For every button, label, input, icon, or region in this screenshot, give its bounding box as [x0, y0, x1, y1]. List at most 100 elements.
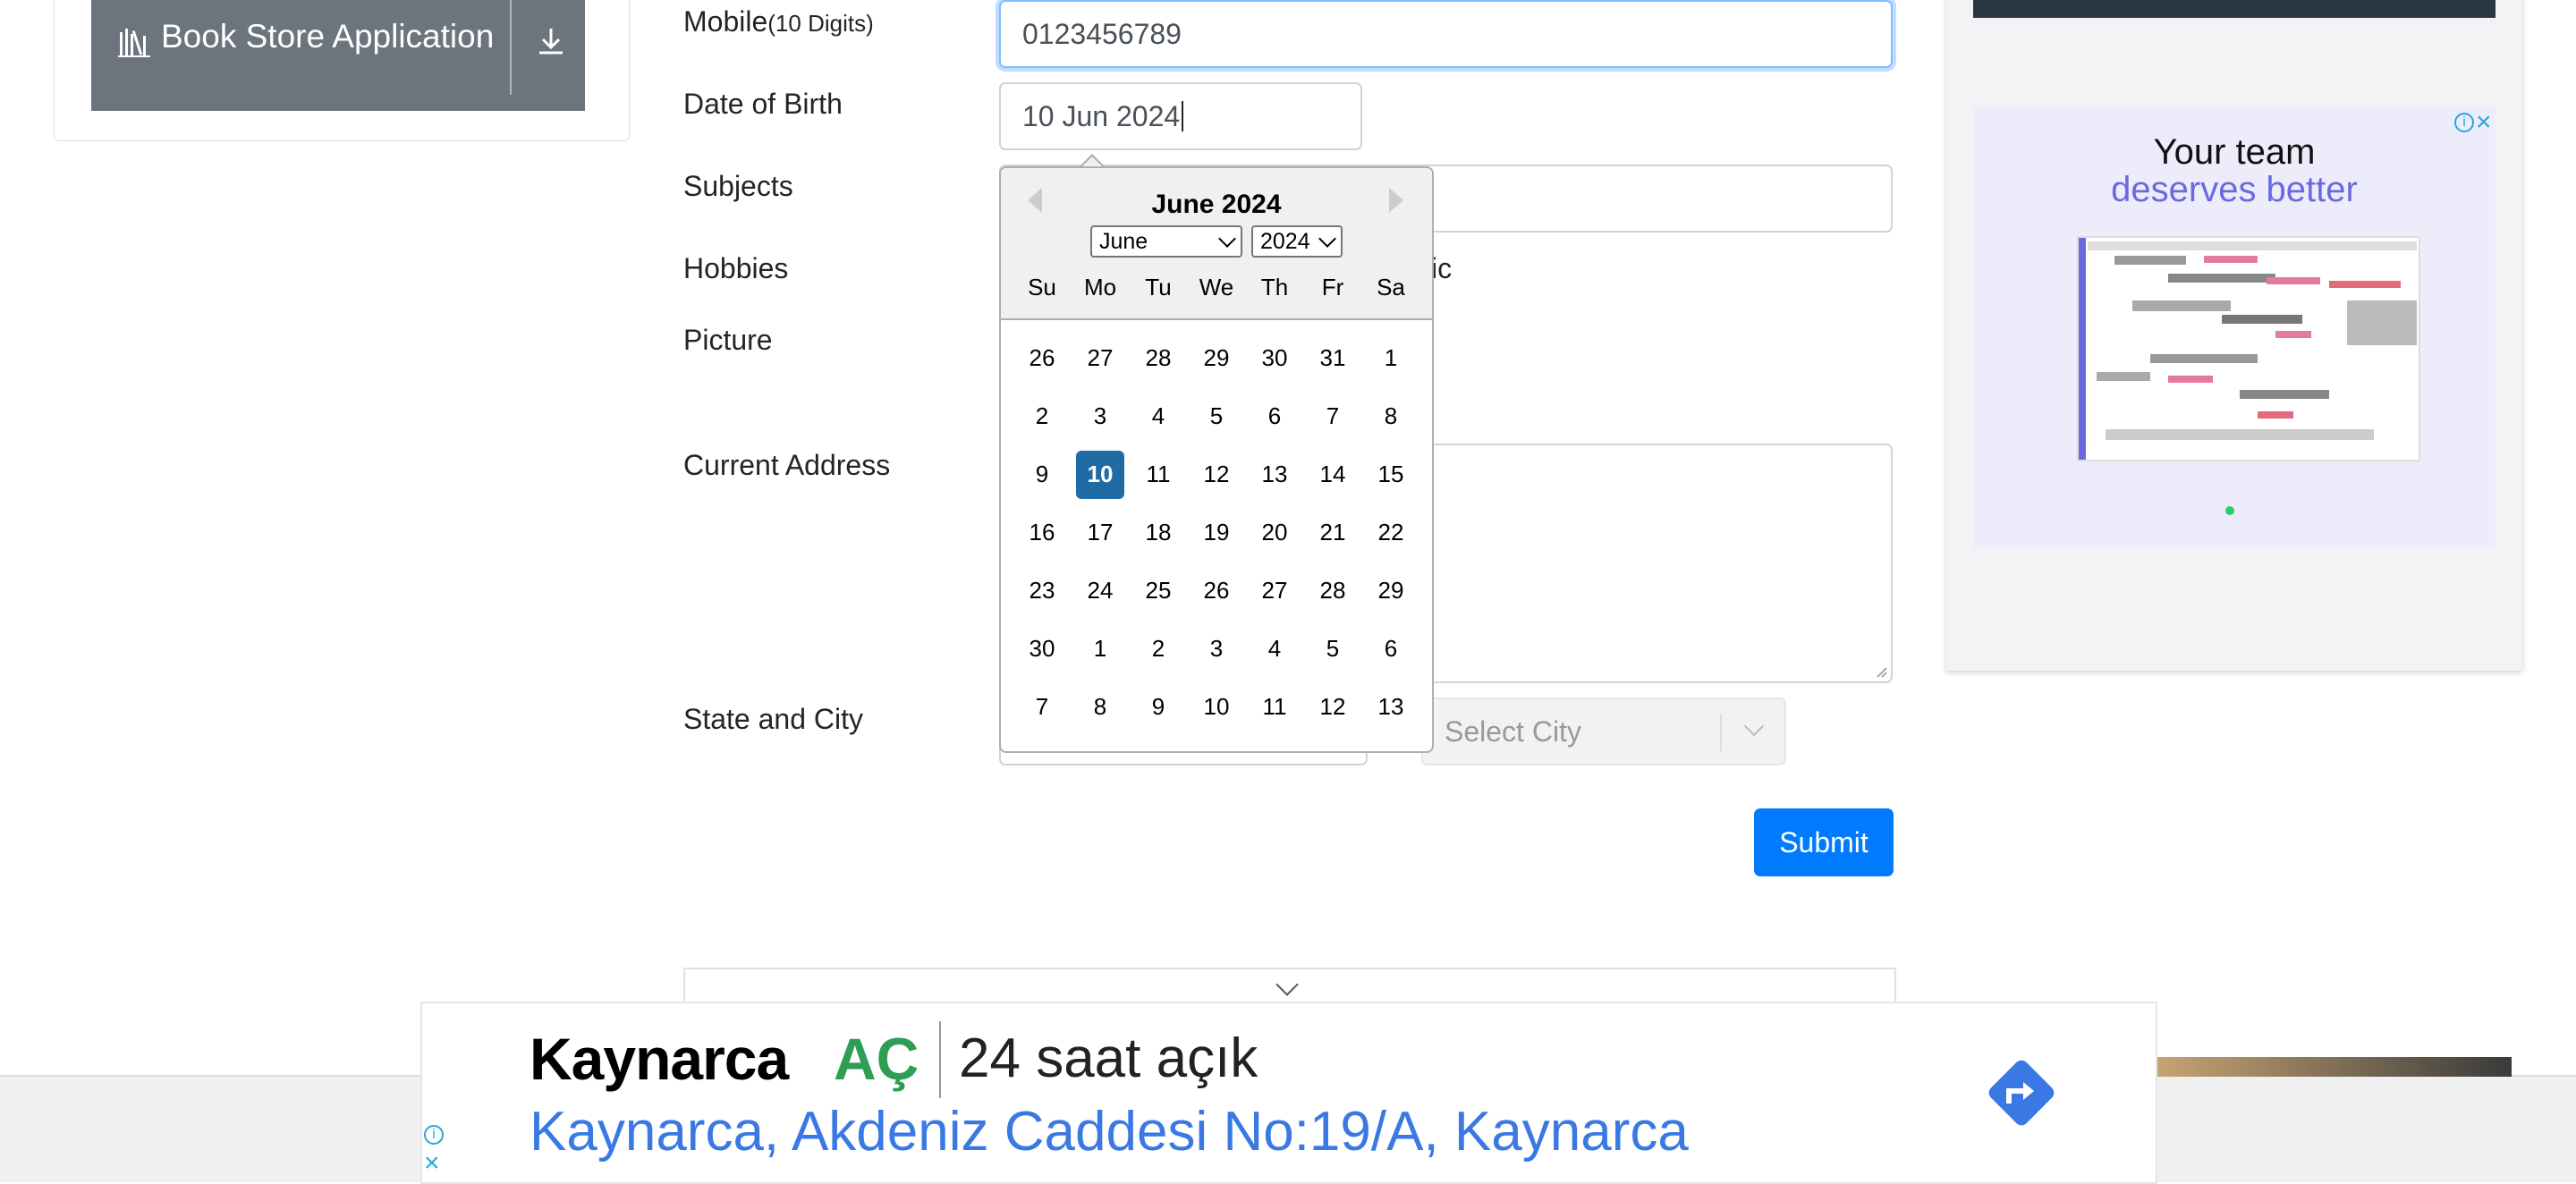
calendar-day[interactable]: 1	[1367, 334, 1415, 383]
calendar-week-row: 16 17 18 19 20 21 22	[1001, 503, 1432, 562]
calendar-day[interactable]: 4	[1134, 393, 1182, 441]
calendar-day[interactable]: 6	[1367, 625, 1415, 673]
ad-business-name: Kaynarca	[530, 1026, 789, 1092]
calendar-day[interactable]: 27	[1076, 334, 1124, 383]
calendar-day[interactable]: 10	[1192, 683, 1241, 732]
mobile-hint: (10 Digits)	[767, 10, 874, 37]
calendar-day[interactable]: 29	[1192, 334, 1241, 383]
calendar-day[interactable]: 2	[1018, 393, 1066, 441]
close-icon[interactable]: ×	[424, 1150, 440, 1177]
calendar-day[interactable]: 10	[1076, 450, 1124, 499]
calendar-day[interactable]: 22	[1367, 509, 1415, 557]
calendar-week-row: 26 27 28 29 30 31 1	[1001, 329, 1432, 387]
calendar-day[interactable]: 5	[1309, 625, 1357, 673]
month-select[interactable]: June	[1090, 225, 1242, 258]
calendar-day[interactable]: 11	[1250, 683, 1299, 732]
weekday-label: Th	[1260, 274, 1289, 300]
hobby-music-partial-label[interactable]: ic	[1431, 252, 1452, 285]
calendar-day[interactable]: 15	[1367, 451, 1415, 499]
calendar-day[interactable]: 18	[1134, 509, 1182, 557]
calendar-day[interactable]: 25	[1134, 567, 1182, 615]
calendar-day[interactable]: 8	[1367, 393, 1415, 441]
collapse-toggle-bar[interactable]	[683, 968, 1896, 1005]
right-advertisement[interactable]: i × Your team deserves better	[1946, 0, 2522, 671]
calendar-day[interactable]: 1	[1076, 625, 1124, 673]
ad-panel[interactable]: i × Your team deserves better	[1973, 107, 2496, 547]
ad-carousel-dot[interactable]	[2225, 506, 2234, 515]
ad-headline-1: Your team	[2153, 132, 2316, 172]
ad-hours: 24 saat açık	[959, 1028, 1258, 1089]
mobile-input[interactable]: 0123456789	[999, 0, 1893, 68]
weekday-label: Su	[1028, 274, 1056, 300]
dob-input[interactable]: 10 Jun 2024	[999, 82, 1362, 150]
calendar-day[interactable]: 3	[1192, 625, 1241, 673]
calendar-day[interactable]: 30	[1250, 334, 1299, 383]
calendar-day[interactable]: 6	[1250, 393, 1299, 441]
button-divider	[510, 0, 512, 95]
subjects-label: Subjects	[683, 170, 793, 202]
next-month-icon[interactable]	[1389, 188, 1403, 213]
calendar-day[interactable]: 7	[1309, 393, 1357, 441]
calendar-day[interactable]: 13	[1250, 451, 1299, 499]
calendar-day[interactable]: 4	[1250, 625, 1299, 673]
ad-open-status: AÇ	[834, 1026, 919, 1092]
mobile-input-value: 0123456789	[1022, 17, 1182, 50]
datepicker-header: June 2024 June 2024 Su Mo Tu We Th Fr Sa	[1001, 168, 1432, 320]
calendar-day[interactable]: 31	[1309, 334, 1357, 383]
calendar-day[interactable]: 20	[1250, 509, 1299, 557]
calendar-day[interactable]: 9	[1018, 451, 1066, 499]
book-store-application-button[interactable]: Book Store Application	[91, 0, 585, 111]
calendar-day[interactable]: 11	[1134, 451, 1182, 499]
calendar-day[interactable]: 12	[1309, 683, 1357, 732]
chevron-down-icon	[1318, 230, 1336, 248]
calendar-day[interactable]: 8	[1076, 683, 1124, 732]
calendar-day[interactable]: 2	[1134, 625, 1182, 673]
calendar-day[interactable]: 23	[1018, 567, 1066, 615]
ad-top-bar	[1973, 0, 2496, 18]
datepicker-month-grid: 26 27 28 29 30 31 1 2 3 4 5 6 7 8 9 10 11 12 13 14 15 16 17 18 1…	[1001, 329, 1432, 736]
bottom-advertisement[interactable]: Kaynarca AÇ 24 saat açık Kaynarca, Akden…	[420, 1002, 2157, 1184]
datepicker-popup: June 2024 June 2024 Su Mo Tu We Th Fr Sa…	[999, 166, 1434, 753]
year-select[interactable]: 2024	[1251, 225, 1343, 258]
calendar-day[interactable]: 9	[1134, 683, 1182, 732]
calendar-day[interactable]: 14	[1309, 451, 1357, 499]
directions-icon[interactable]	[1979, 1050, 2064, 1136]
chevron-down-icon	[1275, 973, 1299, 996]
text-caret	[1182, 101, 1184, 131]
calendar-week-row: 7 8 9 10 11 12 13	[1001, 678, 1432, 736]
ad-divider	[939, 1021, 941, 1098]
hobbies-label: Hobbies	[683, 252, 789, 284]
ad-info-icon[interactable]: i	[2454, 113, 2474, 132]
select-city-dropdown[interactable]: Select City	[1421, 698, 1786, 765]
calendar-day[interactable]: 21	[1309, 509, 1357, 557]
calendar-day[interactable]: 26	[1018, 334, 1066, 383]
ad-info-icon[interactable]: i	[424, 1125, 444, 1145]
calendar-day[interactable]: 30	[1018, 625, 1066, 673]
download-icon[interactable]	[535, 25, 567, 57]
calendar-day[interactable]: 17	[1076, 509, 1124, 557]
calendar-day[interactable]: 26	[1192, 567, 1241, 615]
weekday-label: Fr	[1321, 274, 1344, 300]
calendar-day[interactable]: 29	[1367, 567, 1415, 615]
calendar-day[interactable]: 24	[1076, 567, 1124, 615]
corner-ad-image[interactable]	[2154, 1057, 2512, 1077]
calendar-day[interactable]: 28	[1309, 567, 1357, 615]
dob-input-value: 10 Jun 2024	[1022, 99, 1181, 132]
calendar-day[interactable]: 28	[1134, 334, 1182, 383]
calendar-day[interactable]: 3	[1076, 393, 1124, 441]
resize-handle-icon[interactable]	[1873, 664, 1887, 678]
calendar-week-row: 30 1 2 3 4 5 6	[1001, 620, 1432, 678]
calendar-day[interactable]: 27	[1250, 567, 1299, 615]
calendar-day[interactable]: 13	[1367, 683, 1415, 732]
ad-headline-2: deserves better	[2111, 170, 2358, 209]
book-store-label: Book Store Application	[161, 18, 495, 55]
weekday-label: Tu	[1145, 274, 1172, 300]
calendar-day[interactable]: 16	[1018, 509, 1066, 557]
calendar-day[interactable]: 7	[1018, 683, 1066, 732]
calendar-day[interactable]: 19	[1192, 509, 1241, 557]
calendar-day[interactable]: 12	[1192, 451, 1241, 499]
ad-address[interactable]: Kaynarca, Akdeniz Caddesi No:19/A, Kayna…	[530, 1100, 1689, 1163]
submit-button[interactable]: Submit	[1754, 808, 1894, 876]
datepicker-month-title: June 2024	[1151, 190, 1282, 219]
calendar-day[interactable]: 5	[1192, 393, 1241, 441]
